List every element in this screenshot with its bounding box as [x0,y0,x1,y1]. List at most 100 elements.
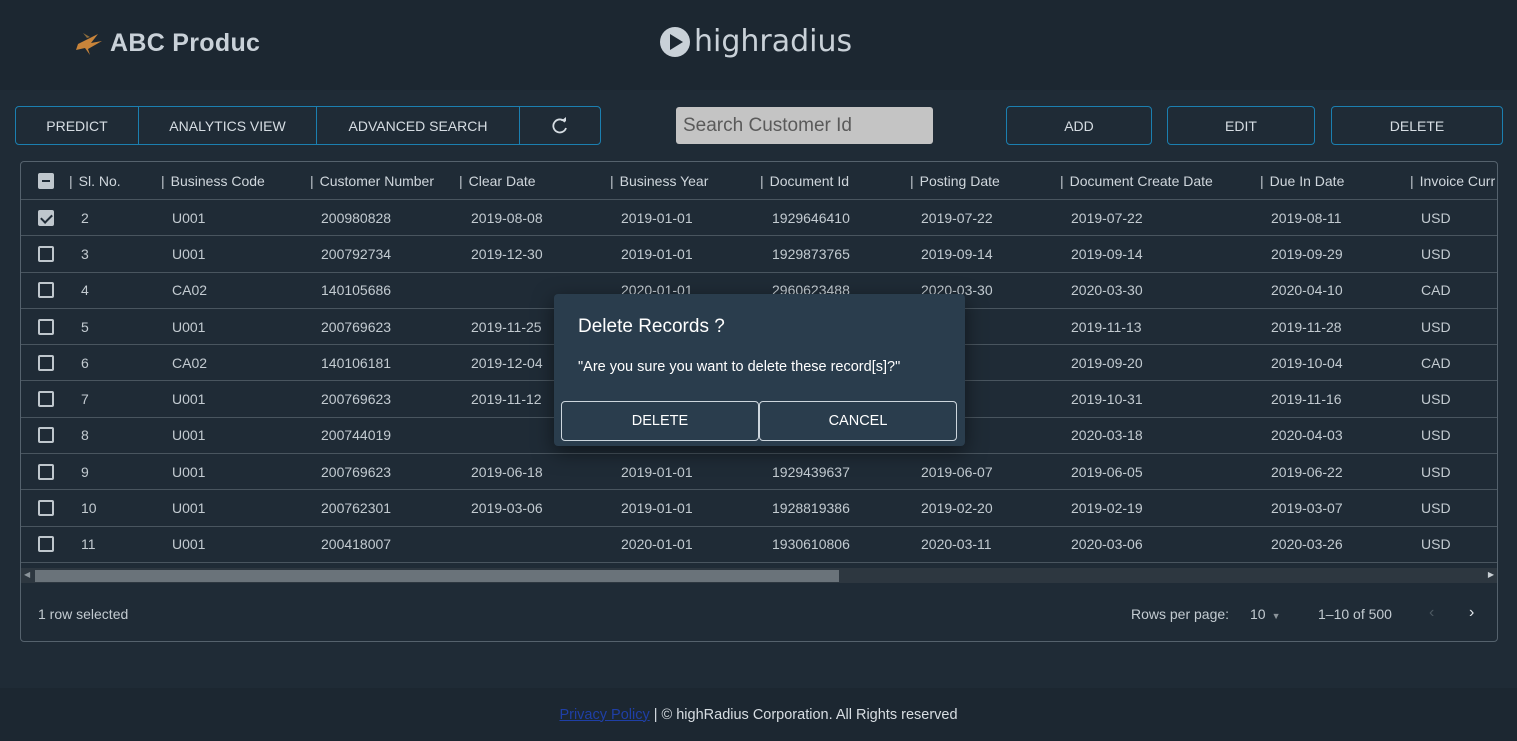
cell-invoice-currency: USD [1421,463,1451,480]
table-row[interactable]: 3 U001 200792734 2019-12-30 2019-01-01 192987… [21,236,1497,273]
cell-due-in-date: 2019-11-28 [1271,318,1342,335]
cell-business-code: U001 [172,463,206,480]
row-checkbox[interactable] [38,245,54,262]
scrollbar-thumb[interactable] [35,570,839,582]
dialog-message: "Are you sure you want to delete these r… [578,359,901,375]
cell-posting-date: 2020-03-11 [921,536,992,553]
cell-sl-no: 8 [81,427,89,444]
cell-sl-no: 3 [81,245,89,262]
row-checkbox[interactable] [38,463,54,480]
cell-customer-number: 200418007 [321,536,392,553]
cell-business-year: 2019-01-01 [621,245,693,262]
column-header-posting-date[interactable]: | Posting Date [910,173,1000,189]
app-header: ABC Produc highradius [0,0,1517,90]
copyright-text: | © highRadius Corporation. All Rights r… [649,706,958,723]
column-header-document-create-date[interactable]: | Document Create Date [1060,173,1213,189]
row-checkbox[interactable] [38,318,54,335]
cell-document-create-date: 2019-09-14 [1071,245,1143,262]
highradius-logo: highradius [658,24,852,59]
cell-posting-date: 2019-02-20 [921,500,993,517]
add-button[interactable]: ADD [1006,106,1152,145]
cell-sl-no: 11 [81,536,96,553]
cell-customer-number: 140105686 [321,282,392,299]
delete-button[interactable]: DELETE [1331,106,1503,145]
cell-document-create-date: 2020-03-30 [1071,282,1143,299]
dialog-delete-button[interactable]: DELETE [561,401,759,441]
cell-invoice-currency: USD [1421,318,1451,335]
table-row[interactable]: 2 U001 200980828 2019-08-08 2019-01-01 192964… [21,200,1497,237]
cell-due-in-date: 2020-04-03 [1271,427,1343,444]
cell-customer-number: 200792734 [321,245,392,262]
cell-clear-date: 2019-11-25 [471,318,542,335]
cell-due-in-date: 2020-04-10 [1271,282,1343,299]
cell-business-code: CA02 [172,354,208,371]
cell-document-create-date: 2019-06-05 [1071,463,1143,480]
row-checkbox[interactable] [38,536,54,553]
edit-button[interactable]: EDIT [1167,106,1315,145]
cell-business-year: 2019-01-01 [621,463,693,480]
rows-per-page-select[interactable]: 10 ▼ [1250,606,1281,622]
cell-document-id: 1929873765 [772,245,850,262]
cell-document-create-date: 2019-09-20 [1071,354,1143,371]
cell-business-code: U001 [172,391,206,408]
selection-count: 1 row selected [38,606,129,622]
cell-invoice-currency: USD [1421,245,1451,262]
table-footer: 1 row selected Rows per page: 10 ▼ 1–10 o… [21,583,1497,641]
column-header-clear-date[interactable]: | Clear Date [459,173,536,189]
analytics-view-button[interactable]: ANALYTICS VIEW [139,107,317,144]
pagination-range: 1–10 of 500 [1318,606,1392,622]
privacy-policy-link[interactable]: Privacy Policy [559,707,649,723]
cell-clear-date: 2019-12-30 [471,245,543,262]
cell-due-in-date: 2019-09-29 [1271,245,1343,262]
select-all-checkbox[interactable] [38,173,54,189]
cell-clear-date: 2019-12-04 [471,354,543,371]
row-checkbox[interactable] [38,391,54,408]
cell-due-in-date: 2020-03-26 [1271,536,1343,553]
table-row[interactable]: 11 U001 200418007 2020-01-01 1930610806 2020-… [21,527,1497,563]
cell-clear-date: 2019-06-18 [471,463,543,480]
row-checkbox[interactable] [38,282,54,299]
row-checkbox[interactable] [38,209,54,226]
column-header-document-id[interactable]: | Document Id [760,173,849,189]
table-row[interactable]: 9 U001 200769623 2019-06-18 2019-01-01 192943… [21,454,1497,491]
advanced-search-button[interactable]: ADVANCED SEARCH [317,107,520,144]
cell-document-create-date: 2020-03-18 [1071,427,1143,444]
cell-invoice-currency: USD [1421,209,1451,226]
brand-logo-icon [76,33,102,55]
scroll-left-arrow-icon[interactable]: ◀ [24,570,30,579]
predict-button[interactable]: PREDICT [16,107,139,144]
cell-sl-no: 10 [81,500,97,517]
cell-business-year: 2019-01-01 [621,500,693,517]
cell-invoice-currency: USD [1421,427,1451,444]
cell-sl-no: 7 [81,391,89,408]
cell-sl-no: 5 [81,318,89,335]
cell-invoice-currency: USD [1421,500,1451,517]
column-header-sl-no[interactable]: | Sl. No. [69,173,121,189]
column-header-due-in-date[interactable]: | Due In Date [1260,173,1344,189]
cell-business-year: 2020-01-01 [621,536,693,553]
cell-business-code: U001 [172,245,206,262]
scroll-right-arrow-icon[interactable]: ▶ [1488,570,1494,579]
row-checkbox[interactable] [38,354,54,371]
brand-name: ABC Produc [110,28,261,57]
cell-due-in-date: 2019-11-16 [1271,391,1342,408]
horizontal-scrollbar[interactable]: ◀ ▶ [21,568,1497,583]
refresh-button[interactable] [520,107,600,144]
cell-due-in-date: 2019-06-22 [1271,463,1343,480]
cell-customer-number: 200769623 [321,463,392,480]
cell-business-code: U001 [172,209,206,226]
column-header-invoice-currency[interactable]: | Invoice Curr [1410,173,1495,189]
column-header-business-year[interactable]: | Business Year [610,173,708,189]
dialog-cancel-button[interactable]: CANCEL [759,401,957,441]
cell-customer-number: 200762301 [321,500,392,517]
previous-page-icon[interactable]: ‹ [1429,604,1434,622]
row-checkbox[interactable] [38,500,54,517]
rows-per-page-label: Rows per page: [1131,606,1230,622]
row-checkbox[interactable] [38,427,54,444]
column-header-customer-number[interactable]: | Customer Number [310,173,434,189]
refresh-icon [552,116,567,133]
table-row[interactable]: 10 U001 200762301 2019-03-06 2019-01-01 19288… [21,490,1497,527]
column-header-business-code[interactable]: | Business Code [161,173,265,189]
next-page-icon[interactable]: › [1469,604,1474,622]
search-customer-id-input[interactable] [676,107,933,144]
